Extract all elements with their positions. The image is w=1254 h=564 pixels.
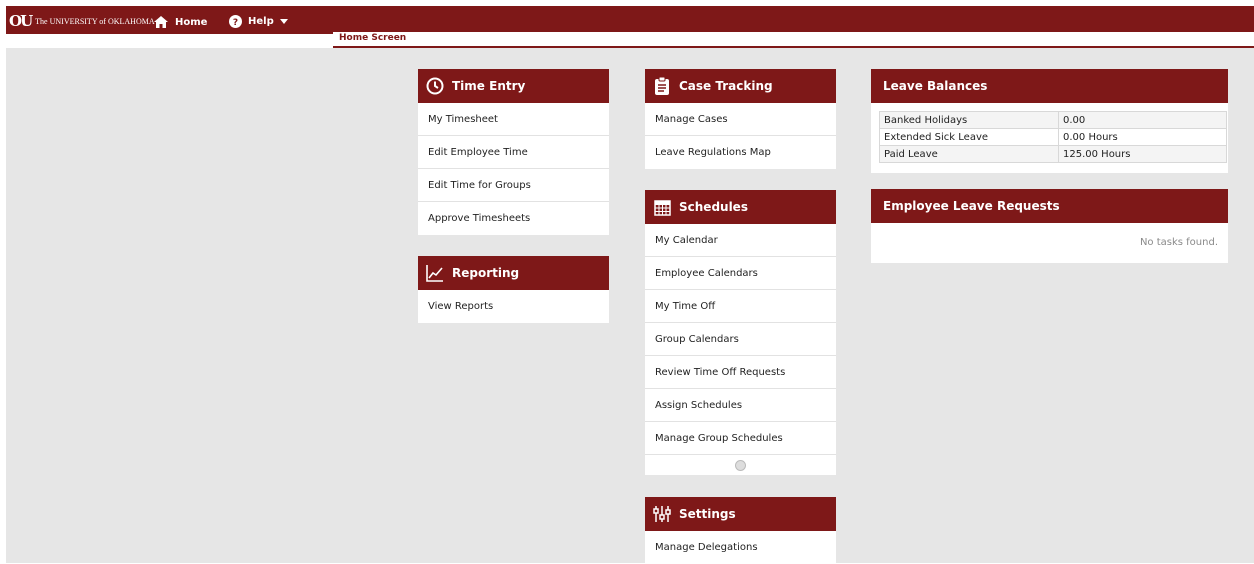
leave-regulations-map-link[interactable]: Leave Regulations Map — [645, 136, 836, 169]
my-calendar-link[interactable]: My Calendar — [645, 224, 836, 257]
my-timesheet-link[interactable]: My Timesheet — [418, 103, 609, 136]
leave-balances-title: Leave Balances — [883, 79, 988, 93]
edit-time-for-groups-link[interactable]: Edit Time for Groups — [418, 169, 609, 202]
assign-schedules-link[interactable]: Assign Schedules — [645, 389, 836, 422]
university-logo[interactable]: OU The UNIVERSITY of OKLAHOMA — [9, 12, 155, 30]
leave-balances-panel: Leave Balances Banked Holidays 0.00 Exte… — [871, 69, 1228, 173]
group-calendars-link[interactable]: Group Calendars — [645, 323, 836, 356]
case-tracking-header: Case Tracking — [645, 69, 836, 103]
loading-indicator — [645, 455, 836, 475]
line-chart-icon — [426, 264, 444, 282]
university-name: The UNIVERSITY of OKLAHOMA — [35, 16, 155, 26]
svg-text:?: ? — [233, 18, 238, 28]
sliders-icon — [653, 505, 671, 523]
caret-down-icon — [279, 19, 288, 24]
help-label: Help — [248, 16, 274, 27]
home-nav-link[interactable]: Home — [153, 15, 207, 29]
manage-group-schedules-link[interactable]: Manage Group Schedules — [645, 422, 836, 455]
reporting-title: Reporting — [452, 266, 520, 280]
ou-logo-mark: OU — [9, 12, 33, 30]
leave-type-cell: Extended Sick Leave — [879, 128, 1059, 146]
leave-balances-header: Leave Balances — [871, 69, 1228, 103]
help-nav-menu[interactable]: ? Help — [229, 15, 288, 28]
view-reports-link[interactable]: View Reports — [418, 290, 609, 323]
top-navigation-bar: OU The UNIVERSITY of OKLAHOMA Home ? Hel… — [6, 6, 1254, 34]
leave-balances-table: Banked Holidays 0.00 Extended Sick Leave… — [879, 111, 1227, 163]
leave-value-cell: 125.00 Hours — [1058, 145, 1227, 163]
employee-leave-requests-title: Employee Leave Requests — [883, 199, 1060, 213]
edit-employee-time-link[interactable]: Edit Employee Time — [418, 136, 609, 169]
manage-cases-link[interactable]: Manage Cases — [645, 103, 836, 136]
case-tracking-title: Case Tracking — [679, 79, 773, 93]
table-row: Extended Sick Leave 0.00 Hours — [879, 128, 1227, 146]
calendar-icon — [653, 198, 671, 216]
review-time-off-requests-link[interactable]: Review Time Off Requests — [645, 356, 836, 389]
reporting-panel: Reporting View Reports — [418, 256, 609, 323]
home-label: Home — [175, 16, 208, 28]
settings-header: Settings — [645, 497, 836, 531]
main-content: Time Entry My Timesheet Edit Employee Ti… — [6, 48, 1254, 564]
question-circle-icon: ? — [229, 15, 242, 28]
clock-icon — [426, 77, 444, 95]
time-entry-header: Time Entry — [418, 69, 609, 103]
leave-type-cell: Paid Leave — [879, 145, 1059, 163]
spinner-icon — [735, 459, 746, 471]
time-entry-panel: Time Entry My Timesheet Edit Employee Ti… — [418, 69, 609, 235]
tab-bar: Home Screen — [333, 32, 1254, 48]
approve-timesheets-link[interactable]: Approve Timesheets — [418, 202, 609, 235]
employee-leave-requests-header: Employee Leave Requests — [871, 189, 1228, 223]
time-entry-title: Time Entry — [452, 79, 526, 93]
reporting-header: Reporting — [418, 256, 609, 290]
my-time-off-link[interactable]: My Time Off — [645, 290, 836, 323]
leave-value-cell: 0.00 Hours — [1058, 128, 1227, 146]
table-row: Banked Holidays 0.00 — [879, 111, 1227, 129]
settings-title: Settings — [679, 507, 736, 521]
settings-panel: Settings Manage Delegations — [645, 497, 836, 564]
tab-home-screen[interactable]: Home Screen — [339, 33, 406, 43]
employee-leave-requests-panel: Employee Leave Requests No tasks found. — [871, 189, 1228, 263]
table-row: Paid Leave 125.00 Hours — [879, 145, 1227, 163]
home-icon — [154, 16, 168, 28]
schedules-header: Schedules — [645, 190, 836, 224]
case-tracking-panel: Case Tracking Manage Cases Leave Regulat… — [645, 69, 836, 169]
leave-type-cell: Banked Holidays — [879, 111, 1059, 129]
schedules-title: Schedules — [679, 200, 748, 214]
employee-calendars-link[interactable]: Employee Calendars — [645, 257, 836, 290]
leave-value-cell: 0.00 — [1058, 111, 1227, 129]
schedules-panel: Schedules My Calendar Employee Calendars… — [645, 190, 836, 475]
manage-delegations-link[interactable]: Manage Delegations — [645, 531, 836, 564]
no-tasks-message: No tasks found. — [1139, 237, 1218, 248]
clipboard-icon — [653, 77, 671, 95]
